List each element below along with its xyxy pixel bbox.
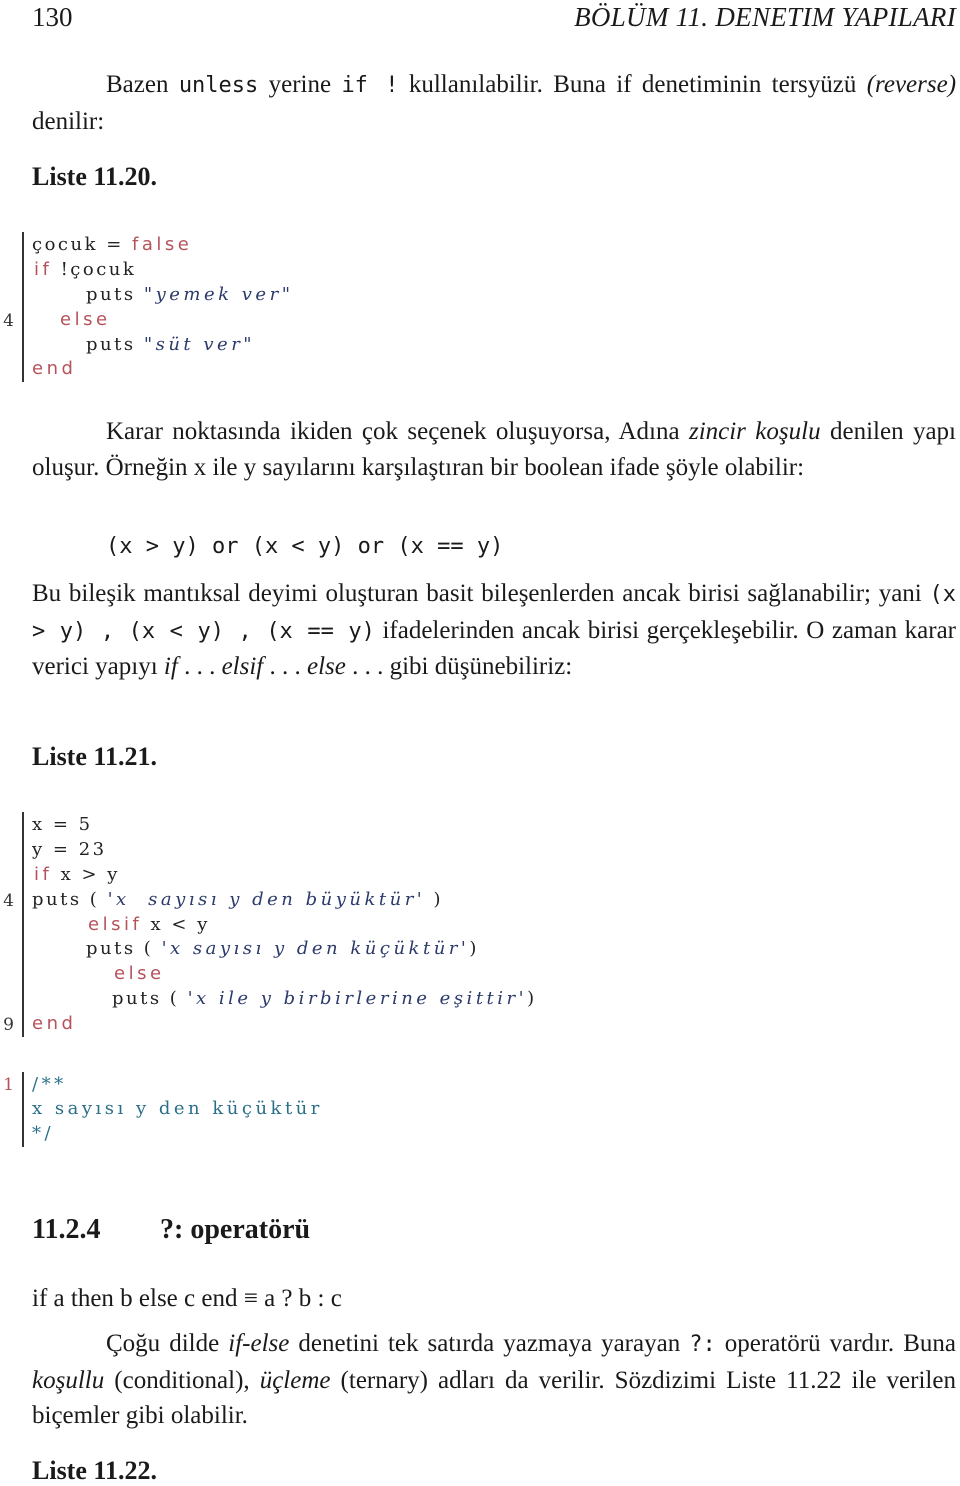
listing-caption-11-20: Liste 11.20. [32, 162, 157, 191]
inline-code-if-not: if ! [341, 73, 399, 98]
code-line: x = 5 [32, 814, 93, 835]
chapter-title: BÖLÜM 11. DENETIM YAPILARI [574, 2, 956, 32]
text: kullanılabilir. Buna if denetiminin ters… [398, 71, 867, 98]
compound-paragraph: Bu bileşik mantıksal deyimi oluşturan ba… [32, 576, 956, 685]
comment-line: */ [32, 1123, 55, 1144]
emphasis-conditional: koşullu [32, 1366, 105, 1394]
emphasis-ternary: üçleme [259, 1366, 331, 1394]
boolean-expression: (x > y) or (x < y) or (x == y) [106, 534, 504, 559]
page-number: 130 [32, 2, 73, 32]
code-line: end [32, 358, 77, 379]
code-line: else [114, 963, 165, 984]
text: Karar noktasında ikiden çok seçenek oluş… [106, 418, 689, 445]
code-line: puts "süt ver" [86, 334, 256, 355]
text: denilir: [32, 107, 105, 135]
text: Bazen [106, 71, 179, 98]
code-line: end [32, 1013, 77, 1034]
text: operatörü vardır. Buna [715, 1330, 956, 1357]
text: denetini tek satırda yazmaya yarayan [289, 1330, 690, 1357]
emphasis-reverse: (reverse) [866, 71, 957, 98]
ternary-paragraph: Çoğu dilde if-else denetini tek satırda … [32, 1326, 956, 1434]
text: Bu bileşik mantıksal deyimi oluşturan ba… [32, 580, 930, 607]
chain-condition-paragraph: Karar noktasında ikiden çok seçenek oluş… [32, 414, 956, 485]
emphasis-chain-condition: zincir koşulu [688, 418, 821, 445]
emphasis-else: else [306, 653, 346, 680]
ellipsis: . . . [177, 653, 222, 680]
line-number: 1 [3, 1075, 14, 1095]
code-line: puts ( 'x sayısı y den küçüktür') [86, 938, 479, 959]
text: yerine [258, 71, 342, 98]
code-line: çocuk = false [32, 234, 193, 255]
emphasis-elsif: elsif [221, 653, 264, 680]
ellipsis: . . . [263, 653, 307, 680]
emphasis-if: if [163, 653, 178, 680]
comment-line: /** [32, 1074, 67, 1095]
code-line: puts ( 'x sayısı y den büyüktür' ) [32, 889, 444, 910]
code-line: if x > y [34, 864, 120, 885]
inline-code-unless: unless [178, 73, 259, 98]
code-line: if !çocuk [34, 259, 137, 280]
listing-border [22, 1072, 24, 1147]
section-number: 11.2.4 [32, 1214, 101, 1245]
code-line: elsif x < y [88, 914, 210, 935]
code-line: y = 23 [32, 839, 107, 860]
listing-border [22, 232, 24, 382]
intro-paragraph: Bazen unless yerine if ! kullanılabilir.… [32, 67, 956, 139]
text: . . . gibi düşünebiliriz: [345, 653, 573, 680]
listing-border [22, 812, 24, 1037]
listing-caption-11-22: Liste 11.22. [32, 1456, 157, 1485]
code-line: puts ( 'x ile y birbirlerine eşittir') [112, 988, 537, 1009]
section-title: ?: operatörü [160, 1214, 311, 1245]
code-line: puts "yemek ver" [86, 284, 294, 305]
listing-caption-11-21: Liste 11.21. [32, 742, 157, 771]
code-line: else [60, 309, 111, 330]
line-number: 4 [3, 311, 14, 331]
inline-code-ternary: ?: [689, 1332, 716, 1357]
line-number: 4 [3, 891, 14, 911]
emphasis-if-else: if-else [228, 1330, 290, 1357]
equivalence-line: if a then b else c end ≡ a ? b : c [32, 1285, 342, 1312]
text: (conditional), [104, 1366, 260, 1394]
comment-line: x sayısı y den küçüktür [32, 1098, 323, 1119]
line-number: 9 [3, 1015, 14, 1035]
text: Çoğu dilde [106, 1330, 229, 1357]
